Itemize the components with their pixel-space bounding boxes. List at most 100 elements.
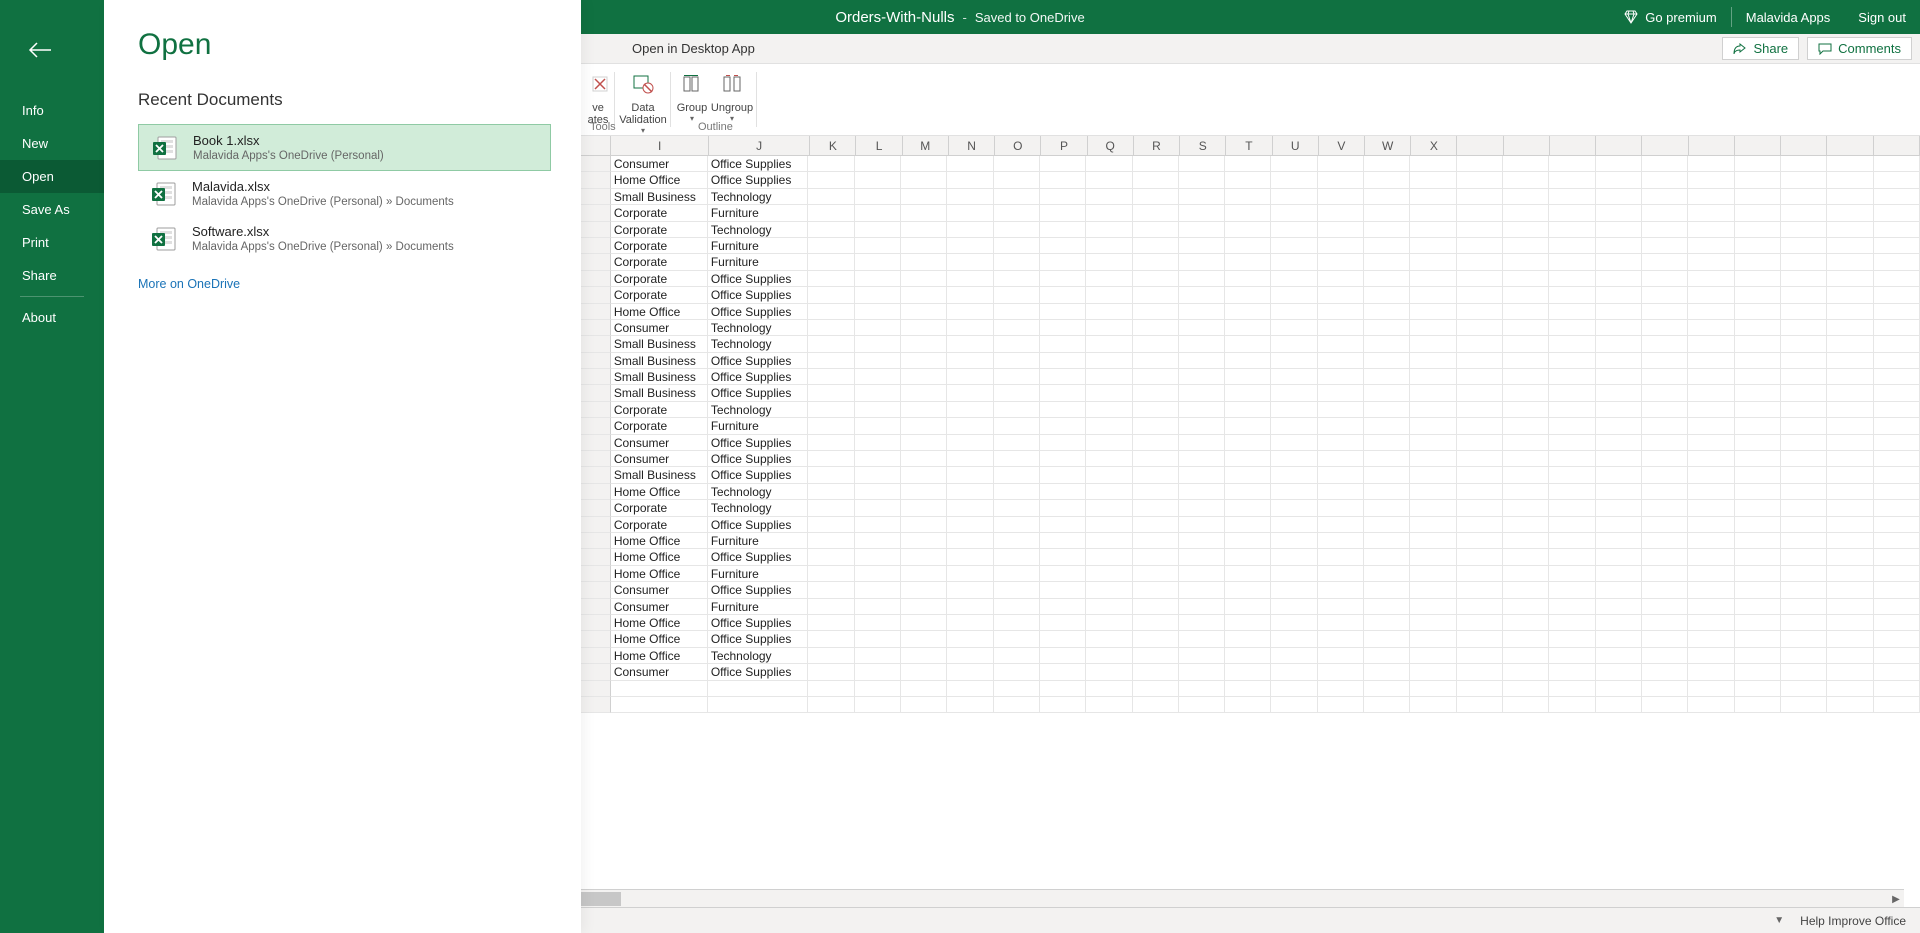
cell[interactable] (1688, 353, 1734, 369)
cell[interactable] (1318, 304, 1364, 320)
cell[interactable] (1549, 435, 1595, 451)
cell[interactable] (855, 500, 901, 516)
cell[interactable] (1503, 222, 1549, 238)
cell[interactable] (1364, 287, 1410, 303)
cell[interactable] (1133, 566, 1179, 582)
cell[interactable] (1642, 254, 1688, 270)
cell[interactable] (1735, 172, 1781, 188)
cell[interactable] (1596, 271, 1642, 287)
cell[interactable] (1827, 681, 1873, 697)
cell[interactable] (1271, 549, 1317, 565)
cell[interactable] (1133, 254, 1179, 270)
cell[interactable] (947, 418, 993, 434)
cell[interactable] (1688, 271, 1734, 287)
cell[interactable] (808, 517, 854, 533)
cell[interactable] (1596, 222, 1642, 238)
cell[interactable] (855, 648, 901, 664)
cell[interactable] (1781, 222, 1827, 238)
cell[interactable]: Office Supplies (708, 451, 809, 467)
row-header[interactable] (581, 254, 611, 270)
column-header[interactable]: U (1273, 136, 1319, 155)
cell[interactable] (1596, 304, 1642, 320)
cell[interactable] (1596, 402, 1642, 418)
cell[interactable] (994, 156, 1040, 172)
cell[interactable] (1364, 156, 1410, 172)
cell[interactable] (1688, 681, 1734, 697)
cell[interactable] (947, 566, 993, 582)
row-header[interactable] (581, 681, 611, 697)
cell[interactable] (1735, 271, 1781, 287)
cell[interactable] (1179, 500, 1225, 516)
cell[interactable] (1874, 271, 1920, 287)
column-header[interactable]: I (611, 136, 709, 155)
cell[interactable] (1179, 402, 1225, 418)
cell[interactable] (1364, 631, 1410, 647)
cell[interactable] (1271, 697, 1317, 713)
cell[interactable] (901, 172, 947, 188)
cell[interactable] (1874, 336, 1920, 352)
cell[interactable] (1503, 631, 1549, 647)
cell[interactable] (1688, 599, 1734, 615)
column-header[interactable] (1457, 136, 1503, 155)
cell[interactable] (1410, 631, 1456, 647)
cell[interactable]: Furniture (708, 238, 809, 254)
cell[interactable] (1086, 336, 1132, 352)
column-header[interactable] (1781, 136, 1827, 155)
cell[interactable] (1225, 697, 1271, 713)
cell[interactable] (1549, 648, 1595, 664)
cell[interactable] (1503, 599, 1549, 615)
cell[interactable] (1596, 205, 1642, 221)
column-header[interactable]: K (810, 136, 856, 155)
cell[interactable] (1781, 631, 1827, 647)
cell[interactable] (1410, 402, 1456, 418)
cell[interactable] (1040, 402, 1086, 418)
cell[interactable] (1457, 664, 1503, 680)
cell[interactable] (947, 304, 993, 320)
cell[interactable] (1596, 500, 1642, 516)
cell[interactable] (1133, 172, 1179, 188)
cell[interactable] (1596, 353, 1642, 369)
cell[interactable]: Small Business (611, 369, 708, 385)
cell[interactable]: Technology (708, 402, 809, 418)
cell[interactable] (901, 222, 947, 238)
cell[interactable] (1271, 681, 1317, 697)
cell[interactable] (1318, 615, 1364, 631)
cell[interactable] (901, 451, 947, 467)
cell[interactable] (1179, 533, 1225, 549)
cell[interactable]: Furniture (708, 254, 809, 270)
table-row[interactable]: ConsumerOffice Supplies (581, 664, 1920, 680)
cell[interactable] (855, 664, 901, 680)
cell[interactable]: Office Supplies (708, 435, 809, 451)
cell[interactable] (1410, 467, 1456, 483)
cell[interactable] (1735, 599, 1781, 615)
cell[interactable] (1086, 418, 1132, 434)
cell[interactable] (1827, 172, 1873, 188)
cell[interactable] (1364, 467, 1410, 483)
cell[interactable]: Technology (708, 484, 809, 500)
cell[interactable] (1596, 172, 1642, 188)
table-row[interactable]: Home OfficeOffice Supplies (581, 304, 1920, 320)
cell[interactable] (901, 648, 947, 664)
cell[interactable] (1364, 681, 1410, 697)
cell[interactable] (1225, 648, 1271, 664)
cell[interactable] (1271, 451, 1317, 467)
cell[interactable] (1642, 402, 1688, 418)
cell[interactable] (808, 418, 854, 434)
cell[interactable] (1179, 599, 1225, 615)
cell[interactable] (994, 287, 1040, 303)
column-header[interactable]: O (995, 136, 1041, 155)
cell[interactable] (1549, 385, 1595, 401)
cell[interactable] (1735, 631, 1781, 647)
cell[interactable] (808, 549, 854, 565)
cell[interactable] (1457, 615, 1503, 631)
row-header[interactable] (581, 402, 611, 418)
cell[interactable] (1596, 484, 1642, 500)
row-header[interactable] (581, 549, 611, 565)
cell[interactable] (1086, 402, 1132, 418)
cell[interactable] (1179, 320, 1225, 336)
cell[interactable]: Home Office (611, 648, 708, 664)
cell[interactable] (1735, 566, 1781, 582)
cell[interactable] (855, 189, 901, 205)
cell[interactable] (1549, 189, 1595, 205)
cell[interactable] (901, 549, 947, 565)
